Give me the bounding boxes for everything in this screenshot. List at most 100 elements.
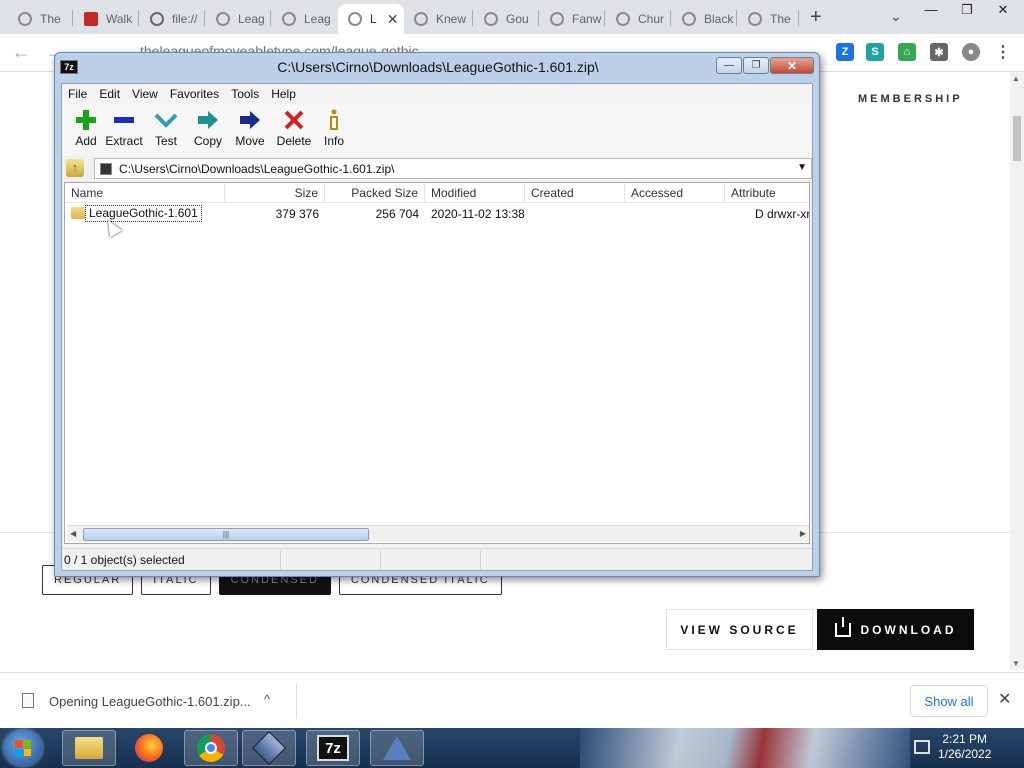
scroll-down-icon[interactable]: ▼ <box>1012 659 1020 668</box>
status-bar: 0 / 1 object(s) selected <box>62 548 812 570</box>
scroll-up-icon[interactable]: ▲ <box>1012 74 1020 83</box>
screen: The Walk file:// Leag Leag L ✕ Knew Gou F… <box>0 0 1024 768</box>
minus-icon <box>100 108 148 132</box>
browser-tab[interactable]: The <box>8 4 70 34</box>
download-item[interactable]: Opening LeagueGothic-1.601.zip... <box>49 694 251 709</box>
7zip-icon[interactable]: 7z <box>306 730 360 766</box>
browser-tab-active[interactable]: L ✕ <box>338 4 404 34</box>
page-scrollbar[interactable]: ▲ ▼ <box>1010 72 1024 670</box>
menu-file[interactable]: File <box>62 84 93 104</box>
view-source-button[interactable]: VIEW SOURCE <box>666 609 813 650</box>
close-tab-icon[interactable]: ✕ <box>387 11 399 28</box>
column-created[interactable]: Created <box>525 183 625 203</box>
scrollbar-thumb[interactable]: ||| <box>83 528 369 541</box>
move-button[interactable]: Move <box>226 108 274 148</box>
z-extension-icon[interactable]: Z <box>836 43 854 61</box>
windows-logo-icon <box>15 740 31 756</box>
browser-tab[interactable]: Gou <box>474 4 536 34</box>
virtualbox-icon[interactable] <box>242 730 296 766</box>
site-icon <box>682 12 696 26</box>
browser-tab[interactable]: Knew <box>404 4 470 34</box>
inkscape-icon[interactable] <box>370 730 424 766</box>
path-bar: ↑ C:\Users\Cirno\Downloads\LeagueGothic-… <box>62 156 812 180</box>
column-modified[interactable]: Modified <box>425 183 525 203</box>
table-row[interactable]: LeagueGothic-1.601 379 376 256 704 2020-… <box>65 205 809 238</box>
download-button[interactable]: DOWNLOAD <box>817 609 974 650</box>
info-icon <box>310 108 358 132</box>
home-extension-icon[interactable]: ⌂ <box>898 43 916 61</box>
s-extension-icon[interactable]: S <box>866 43 884 61</box>
browser-tab[interactable]: Black <box>672 4 734 34</box>
site-icon <box>216 12 230 26</box>
browser-tab[interactable]: Walk <box>74 4 136 34</box>
info-button[interactable]: Info <box>310 108 358 148</box>
browser-tab-strip: The Walk file:// Leag Leag L ✕ Knew Gou F… <box>0 0 1024 34</box>
close-shelf-icon[interactable]: ✕ <box>998 689 1011 709</box>
scroll-left-icon[interactable]: ◀ <box>70 529 76 538</box>
column-accessed[interactable]: Accessed <box>625 183 725 203</box>
site-icon <box>616 12 630 26</box>
item-size: 379 376 <box>275 207 319 221</box>
chevron-down-icon[interactable]: ▼ <box>797 162 807 173</box>
window-title: C:\Users\Cirno\Downloads\LeagueGothic-1.… <box>277 59 599 75</box>
close-window-button[interactable]: ✕ <box>992 2 1014 18</box>
show-all-button[interactable]: Show all <box>910 685 988 717</box>
clock-date: 1/26/2022 <box>938 747 992 761</box>
firefox-icon[interactable] <box>122 730 176 766</box>
menu-favorites[interactable]: Favorites <box>164 84 225 104</box>
column-packed-size[interactable]: Packed Size <box>325 183 425 203</box>
membership-link[interactable]: MEMBERSHIP <box>858 93 963 105</box>
menu-view[interactable]: View <box>126 84 164 104</box>
horizontal-scrollbar[interactable]: ◀ ||| ▶ <box>67 525 809 542</box>
copy-button[interactable]: Copy <box>184 108 232 148</box>
download-shelf: Opening LeagueGothic-1.601.zip... ^ Show… <box>0 672 1024 728</box>
puzzle-extensions-icon[interactable]: ✱ <box>930 43 948 61</box>
red-site-icon <box>84 12 98 26</box>
network-icon[interactable] <box>914 740 930 754</box>
menu-dots-icon[interactable]: ⋮ <box>994 43 1012 61</box>
copy-arrow-icon <box>184 108 232 132</box>
column-attributes[interactable]: Attribute <box>725 183 809 203</box>
7zip-client-area: File Edit View Favorites Tools Help Add … <box>61 83 813 571</box>
back-arrow-icon[interactable]: ← <box>12 42 30 63</box>
start-button[interactable] <box>4 730 42 766</box>
profile-avatar-icon[interactable]: ● <box>962 43 980 61</box>
browser-tab[interactable]: Fanw <box>540 4 602 34</box>
download-options-icon[interactable]: ^ <box>264 692 270 707</box>
archive-icon <box>100 163 112 175</box>
menu-edit[interactable]: Edit <box>93 84 126 104</box>
menu-help[interactable]: Help <box>265 84 302 104</box>
test-button[interactable]: Test <box>142 108 190 148</box>
scrollbar-thumb[interactable] <box>1013 116 1021 161</box>
browser-tab[interactable]: file:// <box>140 4 202 34</box>
chrome-icon[interactable] <box>184 730 238 766</box>
status-text: 0 / 1 object(s) selected <box>64 553 185 567</box>
path-combobox[interactable]: C:\Users\Cirno\Downloads\LeagueGothic-1.… <box>94 158 812 179</box>
browser-tab[interactable]: Leag <box>272 4 334 34</box>
column-name[interactable]: Name <box>65 183 225 203</box>
file-explorer-icon[interactable] <box>62 730 116 766</box>
column-size[interactable]: Size <box>225 183 325 203</box>
site-icon <box>414 12 428 26</box>
extract-button[interactable]: Extract <box>100 108 148 148</box>
up-folder-icon[interactable]: ↑ <box>66 159 84 177</box>
minimize-button[interactable]: — <box>716 57 742 74</box>
browser-tab[interactable]: Chur <box>606 4 668 34</box>
scroll-right-icon[interactable]: ▶ <box>800 529 806 538</box>
browser-tab[interactable]: The <box>738 4 800 34</box>
minimize-button[interactable]: — <box>920 2 942 18</box>
menu-tools[interactable]: Tools <box>225 84 265 104</box>
7zip-label: 7z <box>317 735 349 761</box>
site-icon <box>348 12 362 26</box>
site-icon <box>484 12 498 26</box>
tab-search-button[interactable]: ⌄ <box>890 8 902 25</box>
item-name[interactable]: LeagueGothic-1.601 <box>85 205 202 222</box>
file-list: Name Size Packed Size Modified Created A… <box>64 182 810 544</box>
new-tab-button[interactable]: + <box>810 6 822 29</box>
restore-button[interactable]: ❐ <box>956 2 978 18</box>
maximize-button[interactable]: ❐ <box>743 57 769 74</box>
browser-tab[interactable]: Leag <box>206 4 268 34</box>
taskbar-clock[interactable]: 2:21 PM 1/26/2022 <box>938 732 991 762</box>
close-window-button[interactable]: ✕ <box>770 57 814 74</box>
item-modified: 2020-11-02 13:38 <box>431 207 525 221</box>
